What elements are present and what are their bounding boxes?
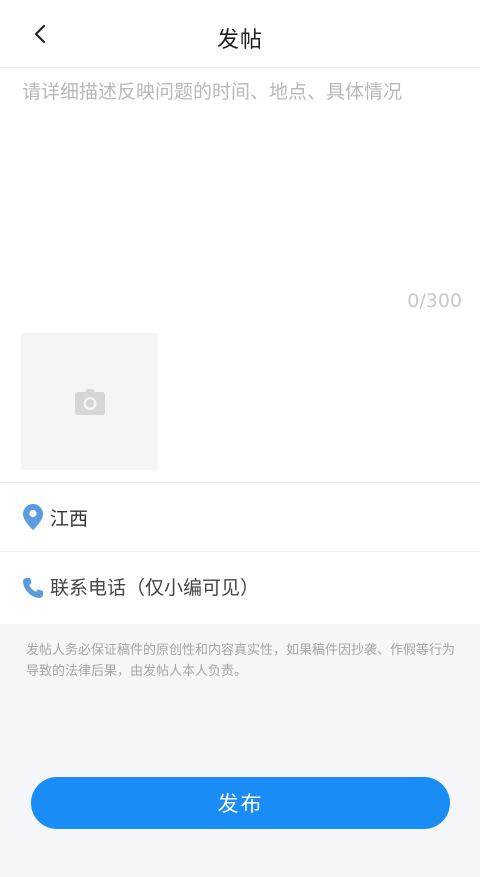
page-title: 发帖	[216, 28, 263, 53]
camera-icon	[74, 388, 105, 415]
post-page: 发帖 0/300 江西 发帖人务必保证稿件的原创性和内容真实性，如果稿件因	[0, 0, 480, 877]
char-counter: 0/300	[407, 290, 462, 312]
location-row[interactable]: 江西	[0, 482, 480, 552]
header-bar: 发帖	[0, 0, 480, 68]
content-section: 0/300	[0, 68, 480, 318]
content-textarea[interactable]	[22, 78, 462, 288]
publish-button[interactable]: 发布	[31, 777, 450, 829]
disclaimer-text: 发帖人务必保证稿件的原创性和内容真实性，如果稿件因抄袭、作假等行为导致的法律后果…	[26, 643, 456, 679]
phone-row	[0, 553, 480, 623]
location-pin-icon	[20, 504, 46, 530]
phone-input[interactable]	[50, 577, 450, 599]
add-photo-button[interactable]	[21, 333, 158, 470]
phone-icon	[20, 575, 46, 601]
location-value: 江西	[50, 507, 89, 530]
footer-area: 发帖人务必保证稿件的原创性和内容真实性，如果稿件因抄袭、作假等行为导致的法律后果…	[0, 624, 480, 877]
